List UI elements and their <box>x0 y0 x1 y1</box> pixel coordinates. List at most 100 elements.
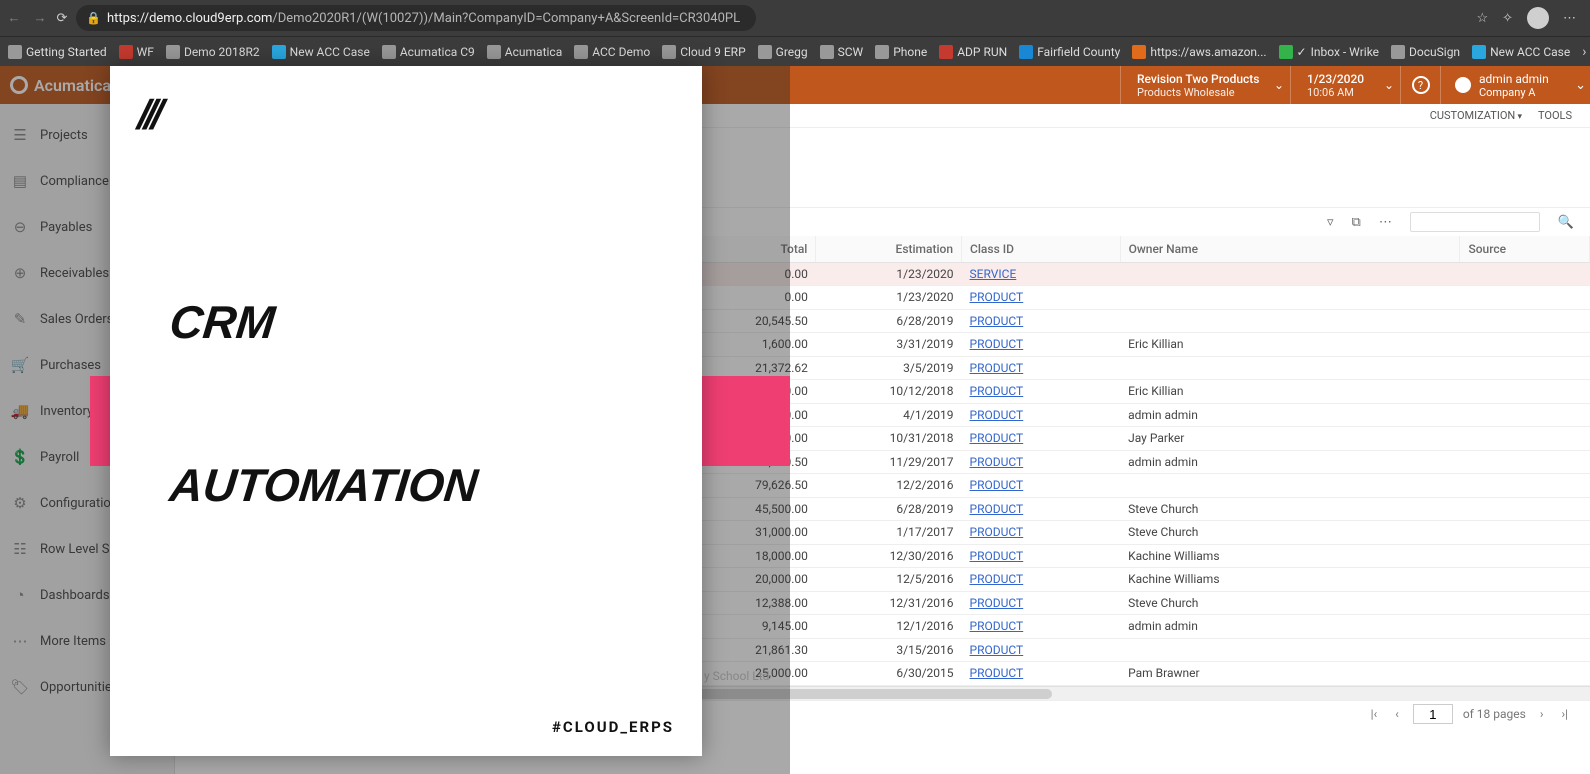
class-id-link[interactable]: PRODUCT <box>970 290 1024 304</box>
bookmark-item[interactable]: ADP RUN <box>939 45 1007 59</box>
export-icon[interactable]: ⧉ <box>1352 215 1361 230</box>
sidebar-label: Configuration <box>40 496 118 511</box>
bookmark-item[interactable]: Getting Started <box>8 45 107 59</box>
bookmark-item[interactable]: ACC Demo <box>574 45 650 59</box>
bookmark-item[interactable]: Acumatica C9 <box>382 45 475 59</box>
favorites-icon[interactable]: ✧ <box>1502 11 1513 26</box>
class-id-link[interactable]: PRODUCT <box>970 431 1024 445</box>
class-id-link[interactable]: PRODUCT <box>970 572 1024 586</box>
time-value: 10:06 AM <box>1307 86 1384 99</box>
bookmarks-overflow-chevron[interactable]: › <box>1582 44 1586 60</box>
lock-icon: 🔒 <box>86 11 101 25</box>
forward-button[interactable]: → <box>32 10 48 26</box>
user-menu[interactable]: admin admin Company A ⌄ <box>1440 66 1590 104</box>
class-id-link[interactable]: PRODUCT <box>970 549 1024 563</box>
class-id-link[interactable]: PRODUCT <box>970 643 1024 657</box>
star-icon[interactable]: ☆ <box>1476 11 1488 26</box>
chevron-down-icon: ⌄ <box>1274 78 1284 92</box>
sidebar-icon: ⋯ <box>10 632 30 650</box>
class-id-link[interactable]: PRODUCT <box>970 619 1024 633</box>
nav-buttons: ← → <box>6 10 48 26</box>
bookmark-item[interactable]: DocuSign <box>1391 45 1460 59</box>
pager-total: of 18 pages <box>1463 707 1526 721</box>
bookmark-item[interactable]: New ACC Case <box>272 45 370 59</box>
sidebar-label: Inventory <box>40 404 93 419</box>
grid-search-icon[interactable]: 🔍 <box>1558 215 1574 230</box>
sidebar-label: Receivables <box>40 266 109 281</box>
class-id-link[interactable]: PRODUCT <box>970 502 1024 516</box>
class-id-link[interactable]: PRODUCT <box>970 455 1024 469</box>
bookmark-item[interactable]: SCW <box>820 45 864 59</box>
bookmark-item[interactable]: Fairfield County <box>1019 45 1120 59</box>
sidebar-label: Dashboards <box>40 588 110 603</box>
more-icon[interactable]: ⋯ <box>1379 215 1392 230</box>
sidebar-label: Row Level S <box>40 542 109 557</box>
bookmark-item[interactable]: WF <box>119 45 154 59</box>
company-selector[interactable]: Revision Two Products Products Wholesale… <box>1120 66 1290 104</box>
slide-hashtag: #CLOUD_ERPS <box>552 718 674 736</box>
url-text: https://demo.cloud9erp.com/Demo2020R1/(W… <box>107 11 740 26</box>
sidebar-icon: ☰ <box>10 126 30 144</box>
bookmark-item[interactable]: https://aws.amazon... <box>1132 45 1266 59</box>
class-id-link[interactable]: PRODUCT <box>970 596 1024 610</box>
slide-line-3: AUTOMATION <box>167 459 480 512</box>
class-id-link[interactable]: PRODUCT <box>970 666 1024 680</box>
column-header[interactable]: Class ID <box>962 236 1121 262</box>
filter-icon[interactable]: ▿ <box>1327 215 1334 230</box>
sidebar-icon: 💲 <box>10 448 30 466</box>
bookmarks-bar: Getting Started WF Demo 2018R2 New ACC C… <box>0 36 1590 66</box>
class-id-link[interactable]: SERVICE <box>970 267 1017 281</box>
column-header[interactable]: Owner Name <box>1120 236 1460 262</box>
user-company: Company A <box>1479 86 1549 99</box>
sidebar-icon: 🛒 <box>10 356 30 374</box>
tools-menu[interactable]: TOOLS <box>1538 109 1572 122</box>
grid-search[interactable] <box>1410 212 1540 232</box>
refresh-button[interactable]: ⟳ <box>54 11 70 26</box>
menu-icon[interactable]: ⋯ <box>1563 11 1576 26</box>
help-icon: ? <box>1412 76 1430 94</box>
class-id-link[interactable]: PRODUCT <box>970 314 1024 328</box>
chevron-down-icon: ⌄ <box>1384 78 1394 92</box>
bookmark-item[interactable]: ✓Inbox - Wrike <box>1279 45 1379 59</box>
profile-avatar[interactable] <box>1527 7 1549 29</box>
class-id-link[interactable]: PRODUCT <box>970 384 1024 398</box>
sidebar-icon: ▤ <box>10 172 30 190</box>
class-id-link[interactable]: PRODUCT <box>970 361 1024 375</box>
sidebar-icon: ◔ <box>10 586 30 604</box>
url-bar[interactable]: 🔒 https://demo.cloud9erp.com/Demo2020R1/… <box>76 5 756 31</box>
business-date[interactable]: 1/23/2020 10:06 AM ⌄ <box>1290 66 1400 104</box>
bookmark-item[interactable]: Gregg <box>758 45 808 59</box>
class-id-link[interactable]: PRODUCT <box>970 408 1024 422</box>
sidebar-label: Projects <box>40 128 88 143</box>
logo-text: Acumatica <box>34 76 111 95</box>
bookmark-item[interactable]: New ACC Case <box>1472 45 1570 59</box>
browser-nav-bar: ← → ⟳ 🔒 https://demo.cloud9erp.com/Demo2… <box>0 0 1590 36</box>
pager-next[interactable]: › <box>1536 707 1548 721</box>
bookmark-item[interactable]: Cloud 9 ERP <box>662 45 745 59</box>
customization-menu[interactable]: CUSTOMIZATION <box>1430 109 1522 122</box>
sidebar-icon: ⚙ <box>10 494 30 512</box>
pager-prev[interactable]: ‹ <box>1391 707 1403 721</box>
help-button[interactable]: ? <box>1400 66 1440 104</box>
sidebar-icon: ⊕ <box>10 264 30 282</box>
company-sub: Products Wholesale <box>1137 86 1274 99</box>
sidebar-label: Payables <box>40 220 92 235</box>
sidebar-label: Compliance <box>40 174 109 189</box>
bookmark-item[interactable]: Demo 2018R2 <box>166 45 260 59</box>
pager-last[interactable]: ›| <box>1557 707 1572 721</box>
sidebar-icon: ✎ <box>10 310 30 328</box>
bookmark-item[interactable]: Phone <box>875 45 927 59</box>
class-id-link[interactable]: PRODUCT <box>970 337 1024 351</box>
bookmark-item[interactable]: Acumatica <box>487 45 562 59</box>
browser-right-icons: ☆ ✧ ⋯ <box>1476 7 1584 29</box>
back-button[interactable]: ← <box>6 10 22 26</box>
pager-first[interactable]: |‹ <box>1367 707 1382 721</box>
company-name: Revision Two Products <box>1137 72 1274 86</box>
class-id-link[interactable]: PRODUCT <box>970 478 1024 492</box>
class-id-link[interactable]: PRODUCT <box>970 525 1024 539</box>
date-value: 1/23/2020 <box>1307 72 1384 86</box>
sidebar-label: Sales Orders <box>40 312 113 327</box>
column-header[interactable]: Source <box>1460 236 1590 262</box>
pager-page-input[interactable] <box>1413 704 1453 724</box>
column-header[interactable]: Estimation <box>816 236 962 262</box>
